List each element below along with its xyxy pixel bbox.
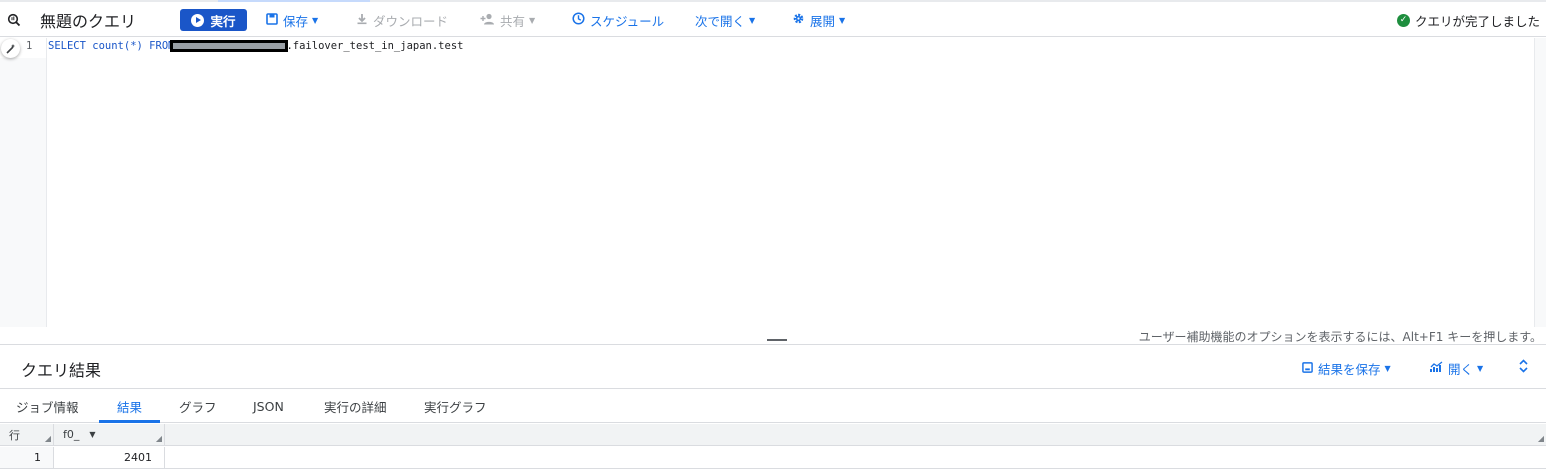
query-toolbar: 無題のクエリ 実行 保存 ▼ ダウンロード 共有 ▼ スケジュール 次で開く ▼ [0,3,1546,37]
caret-down-icon: ▼ [749,15,756,25]
tab-results[interactable]: 結果 [117,390,142,423]
chart-icon [1430,361,1443,376]
save-results-label: 結果を保存 [1318,362,1381,377]
code-area[interactable]: SELECT count(*) FROM .failover_test_in_ja… [46,38,1534,327]
save-results-button[interactable]: 結果を保存 ▼ [1302,359,1391,378]
check-circle-icon: ✓ [1396,13,1410,27]
tab-chart[interactable]: グラフ [179,390,217,423]
run-label: 実行 [210,13,236,29]
tab-execution-details[interactable]: 実行の詳細 [324,390,387,423]
query-title: 無題のクエリ [40,12,137,31]
results-tabs: ジョブ情報 結果 グラフ JSON 実行の詳細 実行グラフ [0,390,1546,423]
open-in-label: 次で開く [695,13,746,29]
accessibility-hint: ユーザー補助機能のオプションを表示するには、Alt+F1 キーを押します。 [1138,330,1542,344]
open-results-button[interactable]: 開く ▼ [1430,359,1483,378]
resize-handle[interactable] [767,339,787,341]
table-cell[interactable]: 2401 [54,447,165,469]
column-resize-icon[interactable]: ◢ [156,434,162,443]
sql-keyword-select: SELECT [48,40,86,52]
tab-execution-graph[interactable]: 実行グラフ [424,390,487,423]
results-title: クエリ結果 [21,361,102,380]
open-in-button[interactable]: 次で開く ▼ [695,3,755,37]
expand-results-button[interactable] [1518,359,1529,376]
query-status-text: クエリが完了しました [1414,13,1540,29]
editor-scrollbar[interactable] [1534,38,1546,327]
active-tab-indicator [99,420,160,423]
add-person-icon [480,13,495,28]
download-icon [356,13,368,28]
row-header-label: 行 [9,428,20,442]
results-header: クエリ結果 結果を保存 ▼ 開く ▼ [0,345,1546,389]
share-label: 共有 [500,13,526,29]
clock-icon [572,12,585,28]
caret-down-icon: ▼ [529,15,536,25]
magic-wand-icon[interactable] [1,39,20,58]
line-number: 1 [26,40,33,52]
schedule-button[interactable]: スケジュール [572,3,664,37]
caret-down-icon: ▼ [839,15,846,25]
caret-down-icon: ▼ [1384,364,1391,373]
column-header-label: f0_ [63,428,80,441]
more-settings-button[interactable]: 展開 ▼ [792,3,845,37]
caret-down-icon: ▼ [1477,364,1484,373]
query-status: ✓ クエリが完了しました [1396,3,1540,37]
tab-json[interactable]: JSON [253,390,284,423]
caret-down-icon[interactable]: ▼ [89,430,95,439]
gear-icon [792,12,805,28]
caret-down-icon: ▼ [312,15,319,25]
query-search-icon [7,3,21,37]
save-icon [266,12,278,28]
save-label: 保存 [283,13,309,29]
code-line: SELECT count(*) FROM .failover_test_in_ja… [48,40,463,52]
editor-gutter [0,58,46,327]
column-header-filler: ◢ [165,424,1546,446]
column-resize-icon[interactable]: ◢ [1538,434,1544,443]
sql-table-name: .failover_test_in_japan.test [286,40,464,52]
schedule-label: スケジュール [590,13,665,29]
active-editor-tab-indicator [218,0,370,2]
redacted-project-id [170,40,289,52]
save-icon [1302,361,1313,376]
sql-function: count(*) [92,40,143,52]
save-button[interactable]: 保存 ▼ [266,3,318,37]
tab-job-info[interactable]: ジョブ情報 [16,390,79,423]
download-button[interactable]: ダウンロード [356,3,448,37]
top-progress-line [0,0,1546,2]
more-label: 展開 [810,13,836,29]
column-header-f0[interactable]: f0_ ▼ ◢ [54,424,165,446]
open-results-label: 開く [1448,362,1474,377]
row-number: 1 [0,447,54,469]
results-table: 行 ◢ f0_ ▼ ◢ ◢ 1 2401 [0,424,1546,476]
run-button[interactable]: 実行 [180,9,247,31]
table-row-filler [165,447,1546,469]
sql-editor[interactable]: 1 SELECT count(*) FROM .failover_test_in_… [0,38,1546,345]
unfold-icon [1518,359,1529,376]
play-icon [191,13,205,27]
download-label: ダウンロード [373,13,449,29]
column-resize-icon[interactable]: ◢ [45,434,51,443]
share-button[interactable]: 共有 ▼ [480,3,535,37]
row-header: 行 ◢ [0,424,54,446]
